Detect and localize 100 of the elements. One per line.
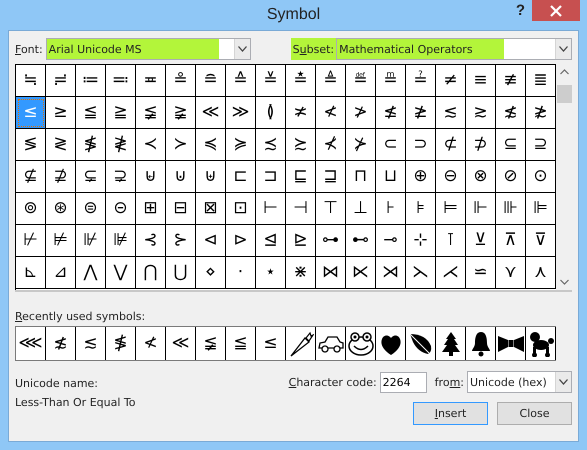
- symbol-cell[interactable]: ⊋: [106, 161, 136, 193]
- symbol-cell[interactable]: ≻: [166, 129, 196, 161]
- recent-symbol-cell[interactable]: ≮: [136, 327, 166, 360]
- symbol-cell[interactable]: ⊏: [226, 161, 256, 193]
- scroll-down-icon[interactable]: [560, 279, 568, 285]
- character-code-field[interactable]: 2264: [380, 372, 427, 392]
- symbol-cell[interactable]: ⊽: [526, 225, 556, 257]
- symbol-cell[interactable]: ⊻: [466, 225, 496, 257]
- symbol-cell[interactable]: ⊦: [376, 193, 406, 225]
- symbol-cell[interactable]: ⋂: [136, 257, 166, 289]
- symbol-cell[interactable]: ⊌: [136, 161, 166, 193]
- symbol-cell[interactable]: ⋊: [376, 257, 406, 289]
- symbol-cell[interactable]: ⊍: [166, 161, 196, 193]
- recent-symbol-cell[interactable]: ≴: [46, 327, 76, 360]
- symbol-cell[interactable]: ≸: [76, 129, 106, 161]
- symbol-cell[interactable]: ≰: [376, 97, 406, 129]
- symbol-cell[interactable]: ≱: [406, 97, 436, 129]
- symbol-cell[interactable]: ⊶: [316, 225, 346, 257]
- recent-symbol-cell[interactable]: ≪: [166, 327, 196, 360]
- recent-symbol-cell[interactable]: [316, 327, 346, 360]
- recent-symbol-cell[interactable]: ≤: [256, 327, 286, 360]
- symbol-cell[interactable]: ⊲: [196, 225, 226, 257]
- symbol-cell[interactable]: ⊄: [436, 129, 466, 161]
- symbol-cell[interactable]: ≺: [136, 129, 166, 161]
- symbol-cell[interactable]: ⋋: [406, 257, 436, 289]
- symbol-cell[interactable]: ≽: [226, 129, 256, 161]
- font-dropdown[interactable]: Arial Unicode MS: [46, 38, 251, 60]
- symbol-cell[interactable]: ⊯: [106, 225, 136, 257]
- scroll-up-icon[interactable]: [560, 69, 568, 75]
- symbol-cell[interactable]: ≾: [256, 129, 286, 161]
- symbol-cell[interactable]: ⊖: [436, 161, 466, 193]
- symbol-cell[interactable]: ⊨: [436, 193, 466, 225]
- symbol-cell[interactable]: ⊞: [136, 193, 166, 225]
- symbol-cell[interactable]: ≗: [166, 65, 196, 97]
- symbol-cell[interactable]: ≦: [76, 97, 106, 129]
- subset-dropdown[interactable]: Mathematical Operators: [336, 38, 572, 60]
- symbol-cell[interactable]: ⋎: [496, 257, 526, 289]
- symbol-cell[interactable]: ⊪: [496, 193, 526, 225]
- symbol-cell[interactable]: ≪: [196, 97, 226, 129]
- symbol-cell[interactable]: ⊅: [466, 129, 496, 161]
- symbol-cell[interactable]: ⊃: [406, 129, 436, 161]
- symbol-cell[interactable]: ≚: [256, 65, 286, 97]
- symbol-cell[interactable]: ≹: [106, 129, 136, 161]
- recent-symbol-cell[interactable]: [496, 327, 526, 360]
- recent-symbol-cell[interactable]: [346, 327, 376, 360]
- symbol-cell[interactable]: ⊳: [226, 225, 256, 257]
- symbol-cell[interactable]: ≞: [376, 65, 406, 97]
- dropdown-button[interactable]: [555, 39, 571, 59]
- symbol-cell[interactable]: ⊿: [46, 257, 76, 289]
- symbol-cell[interactable]: ⊂: [376, 129, 406, 161]
- from-dropdown[interactable]: Unicode (hex): [467, 371, 572, 393]
- symbol-cell[interactable]: ⊷: [346, 225, 376, 257]
- close-button[interactable]: [532, 0, 580, 21]
- symbol-cell[interactable]: ≩: [166, 97, 196, 129]
- symbol-cell[interactable]: ≖: [136, 65, 166, 97]
- symbol-cell[interactable]: ≮: [316, 97, 346, 129]
- symbol-cell[interactable]: ⊰: [136, 225, 166, 257]
- recent-symbol-cell[interactable]: ≨: [196, 327, 226, 360]
- symbol-cell[interactable]: ⊥: [346, 193, 376, 225]
- symbol-cell[interactable]: ≡: [466, 65, 496, 97]
- symbol-cell[interactable]: ⊭: [46, 225, 76, 257]
- symbol-cell[interactable]: ⋆: [256, 257, 286, 289]
- symbol-cell[interactable]: ⋅: [226, 257, 256, 289]
- symbol-cell[interactable]: ≕: [106, 65, 136, 97]
- symbol-cell[interactable]: ≔: [76, 65, 106, 97]
- close-dialog-button[interactable]: Close: [497, 402, 572, 425]
- symbol-cell[interactable]: ⊎: [196, 161, 226, 193]
- symbol-cell[interactable]: ⊢: [256, 193, 286, 225]
- symbol-cell[interactable]: ⋃: [166, 257, 196, 289]
- symbol-cell[interactable]: ⋄: [196, 257, 226, 289]
- symbol-cell[interactable]: ≘: [196, 65, 226, 97]
- symbol-cell[interactable]: ⊡: [226, 193, 256, 225]
- symbol-cell[interactable]: ⊁: [346, 129, 376, 161]
- symbol-cell[interactable]: ≥: [46, 97, 76, 129]
- symbol-cell[interactable]: ⊛: [46, 193, 76, 225]
- symbol-cell[interactable]: ⊀: [316, 129, 346, 161]
- symbol-cell[interactable]: ⋁: [106, 257, 136, 289]
- symbol-cell[interactable]: ≧: [106, 97, 136, 129]
- symbol-cell[interactable]: ⊆: [496, 129, 526, 161]
- symbol-cell[interactable]: ⊑: [286, 161, 316, 193]
- symbol-cell[interactable]: ⊤: [316, 193, 346, 225]
- symbol-cell[interactable]: ⊹: [406, 225, 436, 257]
- symbol-cell[interactable]: ⊕: [406, 161, 436, 193]
- symbol-cell[interactable]: ⊊: [76, 161, 106, 193]
- symbol-cell[interactable]: ⊉: [46, 161, 76, 193]
- symbol-cell[interactable]: ⊚: [16, 193, 46, 225]
- symbol-cell[interactable]: ≴: [496, 97, 526, 129]
- symbol-cell[interactable]: ≠: [436, 65, 466, 97]
- symbol-cell[interactable]: ≨: [136, 97, 166, 129]
- symbol-cell[interactable]: ≲: [436, 97, 466, 129]
- symbol-cell[interactable]: ≢: [496, 65, 526, 97]
- symbol-cell[interactable]: ⋈: [316, 257, 346, 289]
- symbol-cell[interactable]: ⋇: [286, 257, 316, 289]
- symbol-cell[interactable]: ⊐: [256, 161, 286, 193]
- dropdown-button[interactable]: [234, 39, 250, 59]
- symbol-cell[interactable]: ≛: [286, 65, 316, 97]
- symbol-cell[interactable]: ⊮: [76, 225, 106, 257]
- symbol-cell[interactable]: ⊾: [16, 257, 46, 289]
- symbol-cell[interactable]: ≼: [196, 129, 226, 161]
- symbol-cell[interactable]: ⊙: [526, 161, 556, 193]
